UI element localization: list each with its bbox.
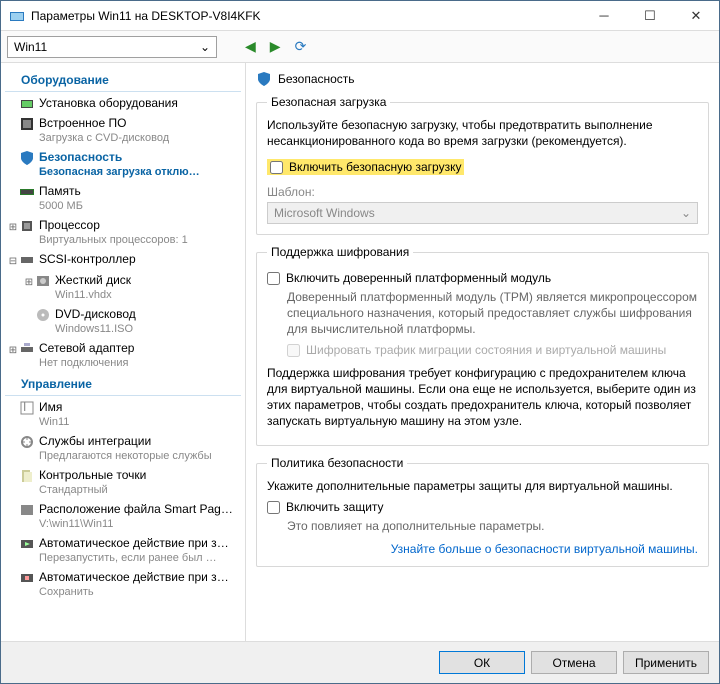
enable-secure-boot-input[interactable]	[270, 161, 283, 174]
sidebar-item-add-hardware[interactable]: Установка оборудования	[5, 94, 241, 114]
cancel-button[interactable]: Отмена	[531, 651, 617, 674]
sidebar-item-memory[interactable]: Память5000 МБ	[5, 182, 241, 216]
toolbar: Win11 ⌄ ◀ ▶ ⟳	[1, 31, 719, 63]
sidebar-category-hardware: Оборудование	[5, 69, 241, 92]
window-title: Параметры Win11 на DESKTOP-V8I4KFK	[31, 9, 581, 23]
next-icon[interactable]: ▶	[270, 38, 281, 55]
content-area: Оборудование Установка оборудования Встр…	[1, 63, 719, 641]
enable-secure-boot-checkbox[interactable]: Включить безопасную загрузку	[267, 159, 464, 175]
policy-legend: Политика безопасности	[267, 456, 407, 470]
sidebar-item-auto-stop[interactable]: Автоматическое действие при за…Сохранить	[5, 568, 241, 602]
sidebar-item-hdd[interactable]: ⊞ Жесткий дискWin11.vhdx	[5, 271, 241, 305]
security-learn-more-link[interactable]: Узнайте больше о безопасности виртуально…	[267, 542, 698, 556]
hdd-icon	[35, 273, 51, 289]
auto-start-icon	[19, 536, 35, 552]
guard-desc: Поддержка шифрования требует конфигураци…	[267, 365, 698, 429]
sidebar-item-security[interactable]: БезопасностьБезопасная загрузка отклю…	[5, 148, 241, 182]
encryption-group: Поддержка шифрования Включить доверенный…	[256, 245, 709, 446]
integration-icon	[19, 434, 35, 450]
maximize-button[interactable]: ☐	[627, 1, 673, 31]
shield-icon	[19, 150, 35, 166]
ok-button[interactable]: ОК	[439, 651, 525, 674]
refresh-icon[interactable]: ⟳	[295, 38, 307, 55]
sidebar: Оборудование Установка оборудования Встр…	[1, 63, 246, 641]
template-label: Шаблон:	[267, 185, 698, 199]
policy-desc: Укажите дополнительные параметры защиты …	[267, 478, 698, 494]
expand-icon[interactable]: ⊞	[23, 275, 35, 290]
sidebar-item-processor[interactable]: ⊞ ПроцессорВиртуальных процессоров: 1	[5, 216, 241, 250]
paging-icon	[19, 502, 35, 518]
titlebar: Параметры Win11 на DESKTOP-V8I4KFK ─ ☐ ✕	[1, 1, 719, 31]
sidebar-item-paging[interactable]: Расположение файла Smart PagingV:\win11\…	[5, 500, 241, 534]
sidebar-item-auto-start[interactable]: Автоматическое действие при за…Перезапус…	[5, 534, 241, 568]
expand-icon[interactable]: ⊞	[7, 343, 19, 358]
encrypt-traffic-checkbox: Шифровать трафик миграции состояния и ви…	[287, 343, 698, 357]
collapse-icon[interactable]: ⊟	[7, 254, 19, 269]
enable-tpm-input[interactable]	[267, 272, 280, 285]
close-button[interactable]: ✕	[673, 1, 719, 31]
svg-text:I: I	[23, 400, 26, 414]
cpu-icon	[19, 218, 35, 234]
policy-group: Политика безопасности Укажите дополнител…	[256, 456, 709, 567]
shielding-sub: Это повлияет на дополнительные параметры…	[287, 518, 698, 534]
panel-title: Безопасность	[278, 72, 355, 86]
vm-selector[interactable]: Win11 ⌄	[7, 36, 217, 58]
network-icon	[19, 341, 35, 357]
enable-shielding-input[interactable]	[267, 501, 280, 514]
secure-boot-legend: Безопасная загрузка	[267, 95, 390, 109]
expand-icon[interactable]: ⊞	[7, 220, 19, 235]
sidebar-item-integration[interactable]: Службы интеграцииПредлагаются некоторые …	[5, 432, 241, 466]
template-select: Microsoft Windows ⌄	[267, 202, 698, 224]
name-icon: I	[19, 400, 35, 416]
minimize-button[interactable]: ─	[581, 1, 627, 31]
encrypt-traffic-input	[287, 344, 300, 357]
shield-icon	[256, 71, 272, 87]
sidebar-item-dvd[interactable]: DVD-дисководWindows11.ISO	[5, 305, 241, 339]
panel-header: Безопасность	[256, 71, 709, 87]
vm-selector-value: Win11	[14, 40, 200, 54]
add-hardware-icon	[19, 96, 35, 112]
button-bar: ОК Отмена Применить	[1, 641, 719, 683]
settings-panel: Безопасность Безопасная загрузка Использ…	[246, 63, 719, 641]
firmware-icon	[19, 116, 35, 132]
chevron-down-icon: ⌄	[200, 40, 210, 54]
sidebar-item-name[interactable]: I ИмяWin11	[5, 398, 241, 432]
sidebar-category-management: Управление	[5, 373, 241, 396]
memory-icon	[19, 184, 35, 200]
sidebar-item-checkpoints[interactable]: Контрольные точкиСтандартный	[5, 466, 241, 500]
secure-boot-group: Безопасная загрузка Используйте безопасн…	[256, 95, 709, 235]
app-icon	[9, 8, 25, 24]
encryption-legend: Поддержка шифрования	[267, 245, 413, 259]
enable-tpm-checkbox[interactable]: Включить доверенный платформенный модуль	[267, 271, 698, 285]
secure-boot-desc: Используйте безопасную загрузку, чтобы п…	[267, 117, 698, 149]
enable-shielding-checkbox[interactable]: Включить защиту	[267, 500, 698, 514]
apply-button[interactable]: Применить	[623, 651, 709, 674]
dvd-icon	[35, 307, 51, 323]
sidebar-item-firmware[interactable]: Встроенное ПОЗагрузка с CVD-дисковод	[5, 114, 241, 148]
auto-stop-icon	[19, 570, 35, 586]
scsi-icon	[19, 252, 35, 268]
prev-icon[interactable]: ◀	[245, 38, 256, 55]
chevron-down-icon: ⌄	[681, 206, 691, 220]
tpm-desc: Доверенный платформенный модуль (TPM) яв…	[287, 289, 698, 337]
checkpoints-icon	[19, 468, 35, 484]
sidebar-item-scsi[interactable]: ⊟ SCSI-контроллер	[5, 250, 241, 271]
sidebar-item-network[interactable]: ⊞ Сетевой адаптерНет подключения	[5, 339, 241, 373]
